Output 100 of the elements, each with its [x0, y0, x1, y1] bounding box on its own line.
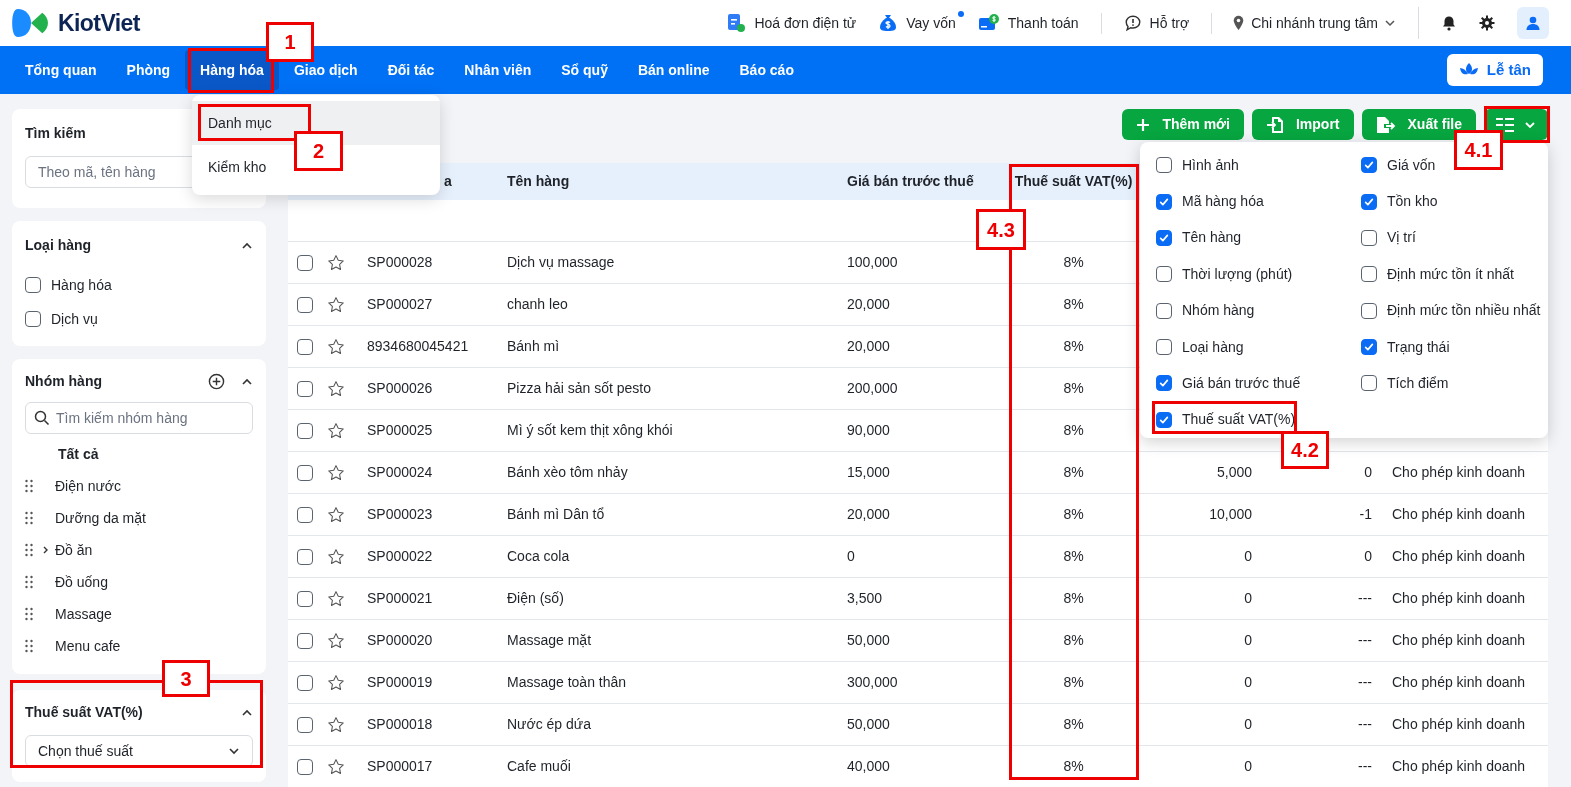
- column-option[interactable]: Vị trí: [1361, 226, 1416, 249]
- checkbox[interactable]: [297, 422, 313, 439]
- checkbox[interactable]: [1361, 157, 1377, 174]
- checkbox[interactable]: [1156, 193, 1172, 210]
- table-cell-text: 8%: [1062, 757, 1085, 776]
- column-option[interactable]: Giá vốn: [1361, 154, 1436, 177]
- group-item[interactable]: Điện nước: [55, 475, 122, 497]
- checkbox[interactable]: [1156, 375, 1172, 392]
- table-cell-text: SP000026: [366, 379, 434, 398]
- chevron-down-icon: [1384, 17, 1396, 29]
- star-icon[interactable]: [327, 463, 345, 482]
- table-cell-text: 8%: [1062, 673, 1085, 692]
- column-option[interactable]: Mã hàng hóa: [1156, 190, 1264, 213]
- column-option[interactable]: Định mức tồn nhiều nhất: [1361, 299, 1541, 322]
- star-icon[interactable]: [327, 295, 345, 314]
- bell-icon[interactable]: [1441, 15, 1457, 31]
- column-option[interactable]: Hình ảnh: [1156, 154, 1239, 177]
- checkbox[interactable]: [1156, 266, 1172, 283]
- reception-button[interactable]: Lễ tân: [1446, 54, 1543, 86]
- branch-selector[interactable]: Chi nhánh trung tâm: [1232, 12, 1396, 34]
- table-cell-text: Massage toàn thân: [506, 673, 628, 692]
- column-option[interactable]: Thời lượng (phút): [1156, 263, 1293, 286]
- checkbox[interactable]: [1156, 339, 1172, 356]
- drag-handle-icon[interactable]: [25, 575, 33, 589]
- star-icon[interactable]: [327, 757, 345, 776]
- checkbox[interactable]: [25, 311, 41, 327]
- checkbox[interactable]: [297, 506, 313, 523]
- nav-tab[interactable]: Bán online: [622, 50, 725, 90]
- column-option[interactable]: Tên hàng: [1156, 226, 1242, 249]
- group-search-field[interactable]: Tìm kiếm nhóm hàng: [25, 402, 253, 434]
- star-icon[interactable]: [327, 589, 345, 608]
- column-option[interactable]: Tồn kho: [1361, 190, 1438, 213]
- drag-handle-icon[interactable]: [25, 639, 33, 653]
- column-option[interactable]: Nhóm hàng: [1156, 299, 1255, 322]
- checkbox[interactable]: [297, 758, 313, 775]
- checkbox[interactable]: [297, 548, 313, 565]
- header-link[interactable]: Vay vốn: [878, 12, 956, 34]
- drag-handle-icon[interactable]: [25, 607, 33, 621]
- checkbox[interactable]: [297, 464, 313, 481]
- checkbox[interactable]: [297, 254, 313, 271]
- group-item[interactable]: Đồ ăn: [55, 539, 93, 561]
- star-icon[interactable]: [327, 505, 345, 524]
- type-option[interactable]: Hàng hóa: [25, 268, 253, 302]
- header-link[interactable]: Hoá đơn điện tử: [726, 12, 857, 34]
- group-item[interactable]: Dưỡng da mặt: [55, 507, 146, 529]
- star-icon[interactable]: [327, 379, 345, 398]
- type-option[interactable]: Dịch vụ: [25, 302, 253, 336]
- drag-handle-icon[interactable]: [25, 511, 33, 525]
- column-option[interactable]: Loại hàng: [1156, 336, 1244, 359]
- checkbox[interactable]: [297, 380, 313, 397]
- header-link[interactable]: Thanh toán: [977, 12, 1079, 34]
- star-icon[interactable]: [327, 673, 345, 692]
- drag-handle-icon[interactable]: [25, 479, 33, 493]
- header-link[interactable]: Hỗ trợ: [1100, 12, 1190, 34]
- column-option[interactable]: Định mức tồn ít nhất: [1361, 263, 1514, 286]
- checkbox[interactable]: [1361, 193, 1377, 210]
- column-option[interactable]: Tích điểm: [1361, 372, 1449, 395]
- column-option[interactable]: Trạng thái: [1361, 336, 1450, 359]
- nav-tab[interactable]: Báo cáo: [724, 50, 809, 90]
- group-item[interactable]: Menu cafe: [55, 635, 121, 657]
- checkbox[interactable]: [25, 277, 41, 293]
- star-icon[interactable]: [327, 421, 345, 440]
- nav-tab[interactable]: Phòng: [111, 50, 186, 90]
- star-icon[interactable]: [327, 253, 345, 272]
- add-circle-icon[interactable]: [208, 373, 225, 390]
- checkbox[interactable]: [1361, 302, 1377, 319]
- checkbox[interactable]: [1156, 411, 1172, 428]
- star-icon[interactable]: [327, 337, 345, 356]
- column-option[interactable]: Thuế suất VAT(%): [1156, 408, 1296, 431]
- star-icon[interactable]: [327, 715, 345, 734]
- star-icon[interactable]: [327, 547, 345, 566]
- checkbox[interactable]: [1156, 157, 1172, 174]
- checkbox[interactable]: [297, 590, 313, 607]
- checkbox[interactable]: [297, 674, 313, 691]
- checkbox[interactable]: [297, 296, 313, 313]
- nav-tab[interactable]: Sổ quỹ: [546, 50, 623, 90]
- checkbox[interactable]: [1361, 375, 1377, 392]
- group-item[interactable]: Massage: [55, 603, 112, 625]
- checkbox[interactable]: [1156, 229, 1172, 246]
- settings-icon[interactable]: [1479, 15, 1495, 31]
- step-label: 2: [294, 131, 343, 171]
- brand-name: KiotViet: [58, 8, 140, 38]
- table-cell-text: 10,000: [1208, 505, 1253, 524]
- column-option[interactable]: Giá bán trước thuế: [1156, 372, 1301, 395]
- star-icon[interactable]: [327, 631, 345, 650]
- group-item[interactable]: Đồ uống: [55, 571, 108, 593]
- checkbox[interactable]: [1361, 339, 1377, 356]
- checkbox[interactable]: [297, 716, 313, 733]
- checkbox[interactable]: [1361, 266, 1377, 283]
- checkbox[interactable]: [297, 338, 313, 355]
- group-item[interactable]: Tất cả: [58, 443, 99, 465]
- drag-handle-icon[interactable]: [25, 543, 33, 557]
- nav-tab[interactable]: Đối tác: [372, 50, 450, 90]
- nav-tab[interactable]: Nhân viên: [449, 50, 547, 90]
- checkbox[interactable]: [297, 632, 313, 649]
- user-avatar[interactable]: [1517, 7, 1549, 39]
- nav-tab[interactable]: Tổng quan: [10, 50, 112, 90]
- checkbox[interactable]: [1156, 302, 1172, 319]
- group-search-input[interactable]: Tìm kiếm nhóm hàng: [56, 407, 244, 429]
- checkbox[interactable]: [1361, 229, 1377, 246]
